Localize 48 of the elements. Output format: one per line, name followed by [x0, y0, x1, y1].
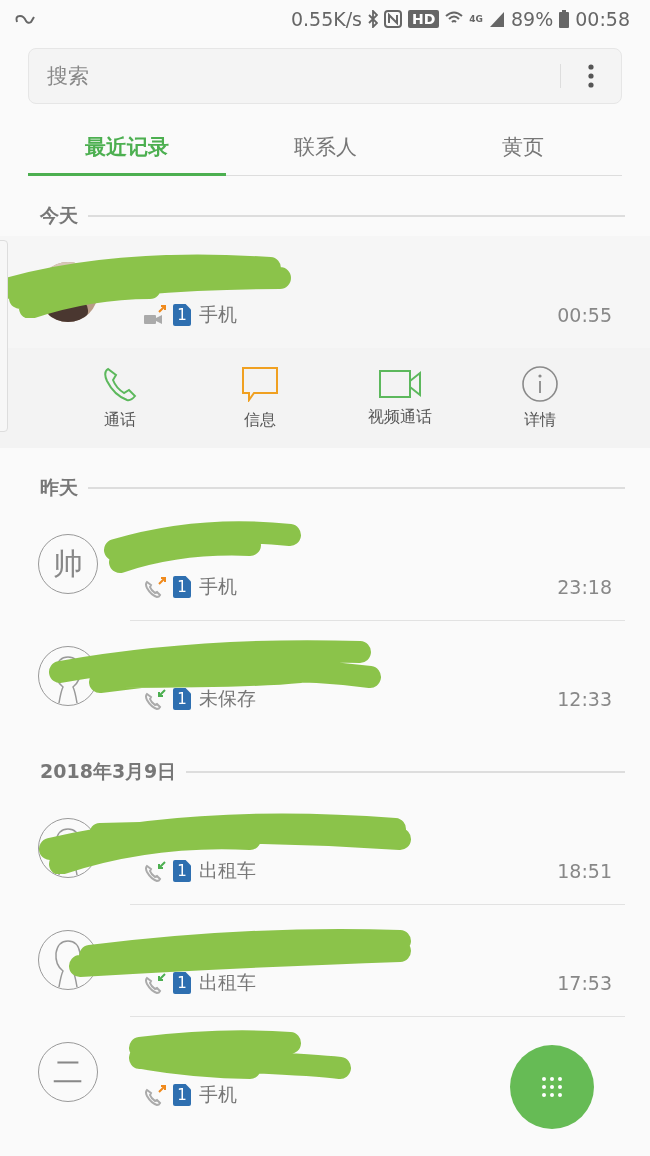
battery-level: 89%: [511, 8, 554, 30]
outgoing-call-icon: [143, 576, 167, 598]
call-time: 12:33: [557, 687, 612, 710]
sim-badge: 1: [173, 576, 191, 598]
number-label: 未保存: [199, 686, 256, 711]
clock: 00:58: [575, 8, 630, 30]
bluetooth-icon: [368, 10, 378, 28]
sim-badge: 1: [173, 304, 191, 326]
sim-badge: 1: [173, 1084, 191, 1106]
number-label: 出租车: [199, 858, 256, 883]
tab[interactable]: 联系人: [226, 120, 424, 176]
call-time: 18:51: [557, 859, 612, 882]
incoming-call-icon: [143, 688, 167, 710]
tab[interactable]: 黄页: [424, 120, 622, 176]
sim-badge: 1: [173, 972, 191, 994]
outgoing-call-icon: [143, 1084, 167, 1106]
search-bar[interactable]: 搜索: [28, 48, 622, 104]
details-action-button[interactable]: 详情: [470, 348, 610, 448]
network-speed: 0.55K/s: [290, 8, 362, 30]
network-type: 4G: [469, 14, 483, 24]
number-label: 出租车: [199, 970, 256, 995]
message-action-button[interactable]: 信息: [190, 348, 330, 448]
video-action-button[interactable]: 视频通话: [330, 348, 470, 448]
incoming-call-icon: [143, 972, 167, 994]
signal-icon: [489, 11, 505, 27]
number-label: 手机: [199, 574, 237, 599]
search-field[interactable]: 搜索: [29, 56, 560, 96]
dialpad-icon: [540, 1075, 564, 1099]
call-time: 17:53: [557, 971, 612, 994]
avatar-initial: 二: [53, 1052, 83, 1091]
incoming-call-icon: [143, 860, 167, 882]
link-icon: [14, 13, 36, 25]
call-time: 00:55: [557, 303, 612, 326]
date-header: 昨天: [40, 475, 78, 500]
sim-badge: 1: [173, 860, 191, 882]
hd-badge: HD: [408, 10, 440, 28]
date-header: 今天: [40, 203, 78, 228]
number-label: 手机: [199, 302, 237, 327]
sim-badge: 1: [173, 688, 191, 710]
battery-icon: [559, 10, 570, 28]
call-time: 23:18: [557, 575, 612, 598]
date-header: 2018年3月9日: [40, 759, 177, 784]
number-label: 手机: [199, 1082, 237, 1107]
avatar-initial: 帅: [53, 544, 83, 583]
call-action-button[interactable]: 通话: [50, 348, 190, 448]
more-options-icon: [588, 64, 594, 88]
outgoing-video-call-icon: [143, 304, 167, 326]
nfc-icon: [384, 10, 402, 28]
